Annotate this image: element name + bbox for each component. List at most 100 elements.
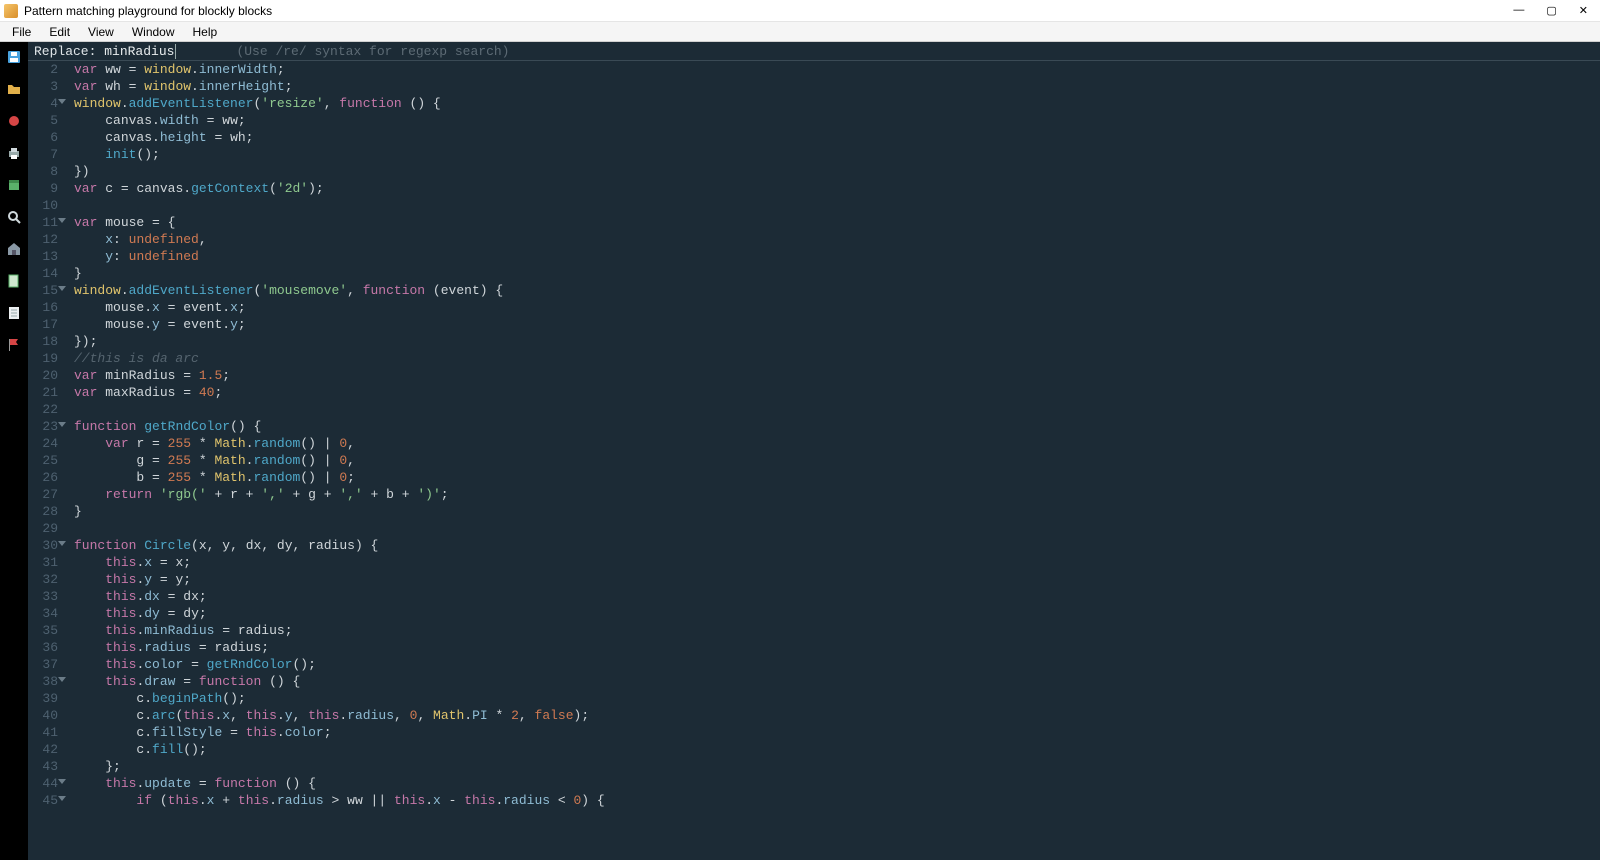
line-number: 30 xyxy=(28,537,58,554)
code-line[interactable]: canvas.height = wh; xyxy=(74,129,1600,146)
line-number: 37 xyxy=(28,656,58,673)
line-number: 38 xyxy=(28,673,58,690)
line-number: 13 xyxy=(28,248,58,265)
code-line[interactable]: var mouse = { xyxy=(74,214,1600,231)
fold-toggle-icon[interactable] xyxy=(58,796,66,801)
code-line[interactable]: g = 255 * Math.random() | 0, xyxy=(74,452,1600,469)
line-number: 42 xyxy=(28,741,58,758)
code-line[interactable]: window.addEventListener('mousemove', fun… xyxy=(74,282,1600,299)
code-line[interactable]: var minRadius = 1.5; xyxy=(74,367,1600,384)
code-line[interactable]: function Circle(x, y, dx, dy, radius) { xyxy=(74,537,1600,554)
code-line[interactable]: c.arc(this.x, this.y, this.radius, 0, Ma… xyxy=(74,707,1600,724)
menu-item-edit[interactable]: Edit xyxy=(41,23,78,41)
code-line[interactable]: //this is da arc xyxy=(74,350,1600,367)
line-number: 29 xyxy=(28,520,58,537)
fold-toggle-icon[interactable] xyxy=(58,422,66,427)
line-number: 25 xyxy=(28,452,58,469)
code-line[interactable]: this.dx = dx; xyxy=(74,588,1600,605)
line-number: 15 xyxy=(28,282,58,299)
code-body[interactable]: var ww = window.innerWidth;var wh = wind… xyxy=(62,61,1600,860)
line-number: 17 xyxy=(28,316,58,333)
code-line[interactable]: this.draw = function () { xyxy=(74,673,1600,690)
home-icon[interactable] xyxy=(5,240,23,258)
code-line[interactable]: this.color = getRndColor(); xyxy=(74,656,1600,673)
code-line[interactable]: function getRndColor() { xyxy=(74,418,1600,435)
code-line[interactable]: y: undefined xyxy=(74,248,1600,265)
code-line[interactable] xyxy=(74,520,1600,537)
code-line[interactable]: this.update = function () { xyxy=(74,775,1600,792)
line-number: 23 xyxy=(28,418,58,435)
fold-toggle-icon[interactable] xyxy=(58,286,66,291)
replace-input[interactable]: minRadius xyxy=(104,44,176,59)
open-icon[interactable] xyxy=(5,80,23,98)
menu-item-window[interactable]: Window xyxy=(124,23,183,41)
code-line[interactable]: return 'rgb(' + r + ',' + g + ',' + b + … xyxy=(74,486,1600,503)
print-icon[interactable] xyxy=(5,144,23,162)
fold-toggle-icon[interactable] xyxy=(58,218,66,223)
line-number: 19 xyxy=(28,350,58,367)
code-line[interactable]: this.x = x; xyxy=(74,554,1600,571)
line-number: 16 xyxy=(28,299,58,316)
maximize-button[interactable]: ▢ xyxy=(1546,4,1556,17)
editor-column: Replace: minRadius (Use /re/ syntax for … xyxy=(28,42,1600,860)
menu-item-file[interactable]: File xyxy=(4,23,39,41)
line-number: 11 xyxy=(28,214,58,231)
line-number: 14 xyxy=(28,265,58,282)
code-line[interactable]: b = 255 * Math.random() | 0; xyxy=(74,469,1600,486)
code-line[interactable]: var ww = window.innerWidth; xyxy=(74,61,1600,78)
code-line[interactable]: init(); xyxy=(74,146,1600,163)
code-line[interactable]: }) xyxy=(74,163,1600,180)
line-number: 4 xyxy=(28,95,58,112)
tool-iconstrip xyxy=(0,42,28,860)
code-line[interactable]: var maxRadius = 40; xyxy=(74,384,1600,401)
titlebar: Pattern matching playground for blockly … xyxy=(0,0,1600,22)
code-line[interactable]: var c = canvas.getContext('2d'); xyxy=(74,180,1600,197)
code-line[interactable]: c.beginPath(); xyxy=(74,690,1600,707)
code-line[interactable]: } xyxy=(74,265,1600,282)
fold-toggle-icon[interactable] xyxy=(58,99,66,104)
fold-toggle-icon[interactable] xyxy=(58,541,66,546)
code-line[interactable]: c.fill(); xyxy=(74,741,1600,758)
line-number: 3 xyxy=(28,78,58,95)
code-line[interactable]: if (this.x + this.radius > ww || this.x … xyxy=(74,792,1600,809)
minimize-button[interactable]: — xyxy=(1513,4,1524,17)
menu-item-help[interactable]: Help xyxy=(185,23,226,41)
menu-item-view[interactable]: View xyxy=(80,23,122,41)
code-line[interactable]: mouse.x = event.x; xyxy=(74,299,1600,316)
line-number: 36 xyxy=(28,639,58,656)
line-number: 9 xyxy=(28,180,58,197)
module-icon[interactable] xyxy=(5,176,23,194)
menubar: FileEditViewWindowHelp xyxy=(0,22,1600,42)
replace-bar[interactable]: Replace: minRadius (Use /re/ syntax for … xyxy=(28,42,1600,61)
code-line[interactable]: var wh = window.innerHeight; xyxy=(74,78,1600,95)
fold-toggle-icon[interactable] xyxy=(58,779,66,784)
code-line[interactable]: this.radius = radius; xyxy=(74,639,1600,656)
page-icon[interactable] xyxy=(5,272,23,290)
fold-toggle-icon[interactable] xyxy=(58,677,66,682)
code-line[interactable]: window.addEventListener('resize', functi… xyxy=(74,95,1600,112)
code-line[interactable]: }); xyxy=(74,333,1600,350)
code-line[interactable]: var r = 255 * Math.random() | 0, xyxy=(74,435,1600,452)
code-line[interactable]: this.minRadius = radius; xyxy=(74,622,1600,639)
code-line[interactable]: x: undefined, xyxy=(74,231,1600,248)
code-line[interactable]: canvas.width = ww; xyxy=(74,112,1600,129)
code-line[interactable]: c.fillStyle = this.color; xyxy=(74,724,1600,741)
close-button[interactable]: ✕ xyxy=(1579,4,1588,17)
code-editor[interactable]: 2345678910111213141516171819202122232425… xyxy=(28,61,1600,860)
code-line[interactable] xyxy=(74,197,1600,214)
code-line[interactable]: this.dy = dy; xyxy=(74,605,1600,622)
flag-icon[interactable] xyxy=(5,336,23,354)
code-line[interactable]: } xyxy=(74,503,1600,520)
line-number: 5 xyxy=(28,112,58,129)
code-line[interactable]: mouse.y = event.y; xyxy=(74,316,1600,333)
code-line[interactable]: this.y = y; xyxy=(74,571,1600,588)
search-icon[interactable] xyxy=(5,208,23,226)
line-number: 21 xyxy=(28,384,58,401)
code-line[interactable]: }; xyxy=(74,758,1600,775)
save-icon[interactable] xyxy=(5,48,23,66)
line-number: 10 xyxy=(28,197,58,214)
line-number: 7 xyxy=(28,146,58,163)
doc-icon[interactable] xyxy=(5,304,23,322)
record-icon[interactable] xyxy=(5,112,23,130)
code-line[interactable] xyxy=(74,401,1600,418)
